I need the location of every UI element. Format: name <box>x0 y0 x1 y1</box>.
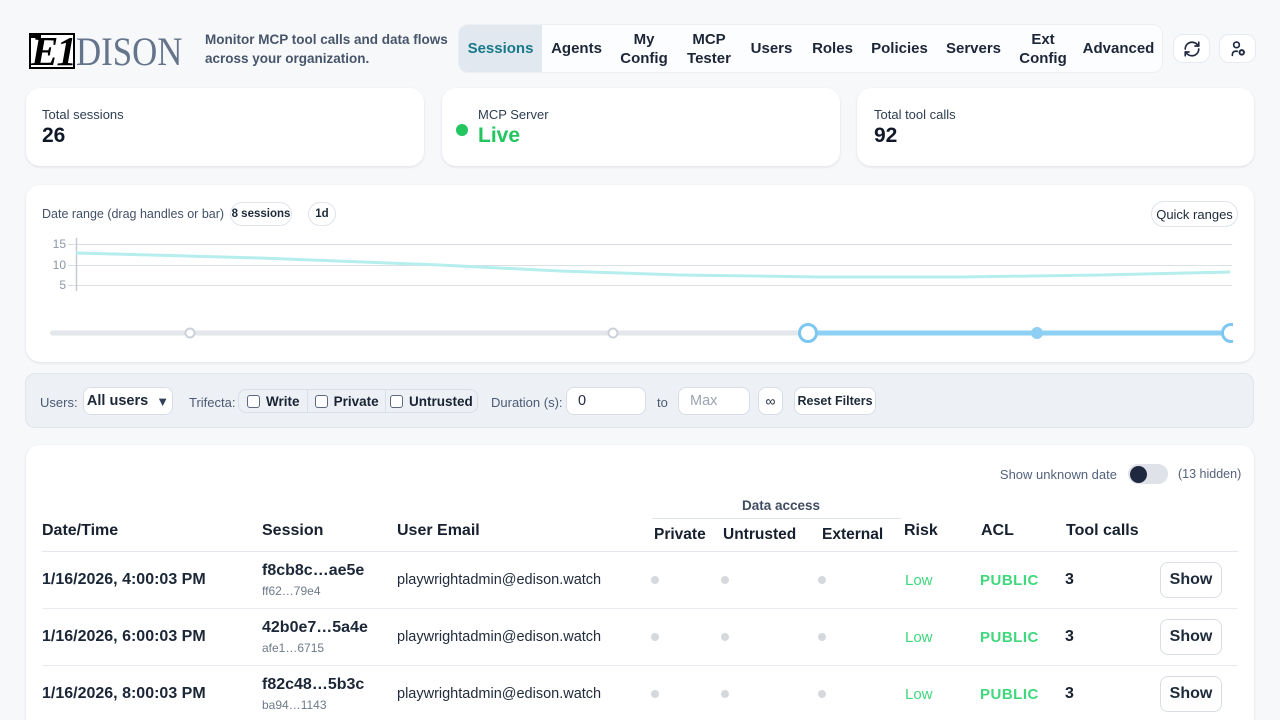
svg-text:10: 10 <box>53 258 67 272</box>
svg-text:5: 5 <box>59 278 66 292</box>
svg-text:15: 15 <box>53 237 67 251</box>
